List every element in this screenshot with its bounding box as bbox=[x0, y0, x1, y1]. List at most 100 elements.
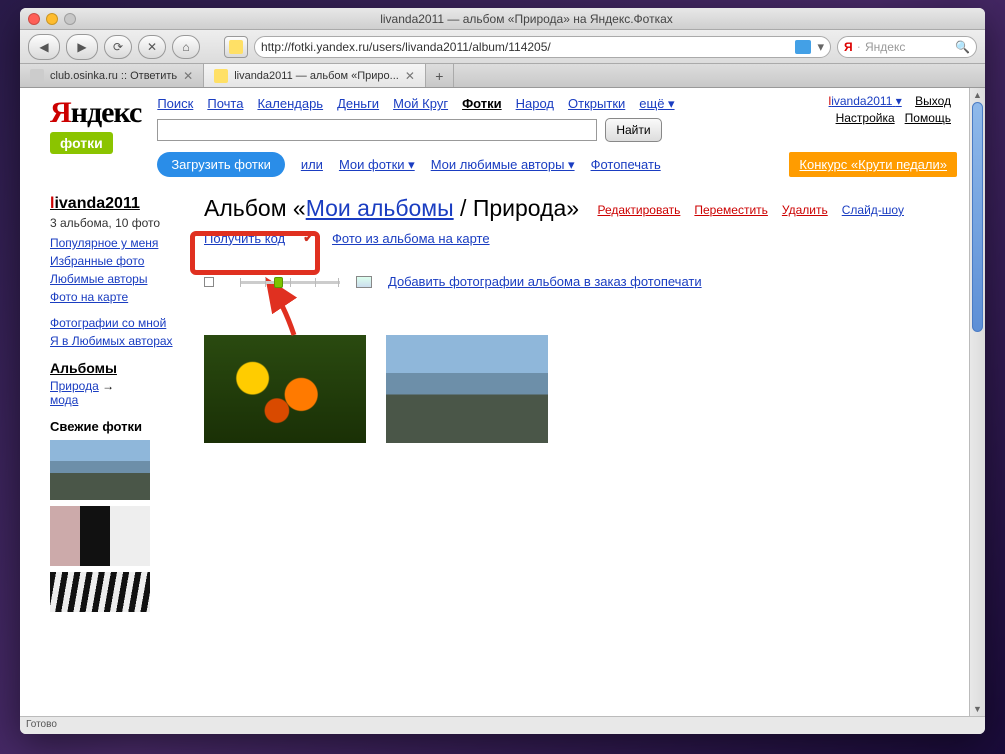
contest-button[interactable]: Конкурс «Крути педали» bbox=[789, 152, 957, 177]
tab-label: club.osinka.ru :: Ответить bbox=[50, 70, 177, 82]
tab-osinka[interactable]: club.osinka.ru :: Ответить ✕ bbox=[20, 64, 204, 87]
sidebar-favorites[interactable]: Избранные фото bbox=[50, 254, 180, 268]
search-separator: · bbox=[857, 39, 861, 54]
search-icon[interactable]: 🔍 bbox=[955, 40, 970, 54]
thumb-size-slider[interactable] bbox=[230, 276, 340, 288]
help-link[interactable]: Помощь bbox=[905, 111, 951, 125]
find-button[interactable]: Найти bbox=[605, 118, 661, 142]
slideshow-link[interactable]: Слайд-шоу bbox=[842, 203, 904, 217]
site-search-input[interactable] bbox=[157, 119, 597, 141]
settings-link[interactable]: Настройка bbox=[836, 111, 895, 125]
reload-button[interactable]: ⟳ bbox=[104, 35, 132, 59]
zoom-window-icon[interactable] bbox=[64, 13, 76, 25]
minimize-window-icon[interactable] bbox=[46, 13, 58, 25]
my-photos-link[interactable]: Мои фотки ▾ bbox=[339, 157, 415, 173]
upload-button[interactable]: Загрузить фотки bbox=[157, 152, 285, 177]
scroll-up-icon[interactable]: ▲ bbox=[970, 88, 985, 102]
size-slider-row: Добавить фотографии альбома в заказ фото… bbox=[204, 274, 957, 289]
window-title: livanda2011 — альбом «Природа» на Яндекс… bbox=[76, 12, 977, 26]
move-link[interactable]: Переместить bbox=[694, 203, 768, 217]
tab-strip: club.osinka.ru :: Ответить ✕ livanda2011… bbox=[20, 64, 985, 88]
or-link[interactable]: или bbox=[301, 157, 323, 172]
large-thumb-icon[interactable] bbox=[356, 276, 372, 288]
sidebar-stats: 3 альбома, 10 фото bbox=[50, 216, 180, 230]
tab-favicon-icon bbox=[30, 69, 44, 83]
forward-button[interactable]: ▶ bbox=[66, 34, 98, 60]
nav-my-circle[interactable]: Мой Круг bbox=[393, 96, 448, 112]
sidebar-on-map[interactable]: Фото на карте bbox=[50, 290, 180, 304]
browser-search-box[interactable]: Я · Яндекс 🔍 bbox=[837, 36, 977, 58]
breadcrumb-albums[interactable]: Мои альбомы bbox=[306, 195, 454, 221]
nav-mail[interactable]: Почта bbox=[207, 96, 243, 112]
checkmark-icon: ✔ bbox=[303, 230, 314, 246]
browser-toolbar: ◀ ▶ ⟳ ✕ ⌂ http://fotki.yandex.ru/users/l… bbox=[20, 30, 985, 64]
album-moda[interactable]: мода bbox=[50, 393, 180, 407]
yandex-favicon-icon bbox=[229, 40, 243, 54]
fresh-thumb-3[interactable] bbox=[50, 572, 150, 612]
sidebar-popular[interactable]: Популярное у меня bbox=[50, 236, 180, 250]
titlebar: livanda2011 — альбом «Природа» на Яндекс… bbox=[20, 8, 985, 30]
photoprint-link[interactable]: Фотопечать bbox=[591, 157, 661, 172]
sub-nav: Загрузить фотки или Мои фотки ▾ Мои люби… bbox=[157, 152, 957, 177]
tab-yandex-fotki[interactable]: livanda2011 — альбом «Приро... ✕ bbox=[204, 64, 426, 87]
sidebar-username[interactable]: livanda2011 bbox=[50, 195, 180, 213]
nav-cards[interactable]: Открытки bbox=[568, 96, 625, 112]
window-controls bbox=[28, 13, 76, 25]
sidebar: livanda2011 3 альбома, 10 фото Популярно… bbox=[50, 195, 180, 618]
yandex-logo[interactable]: Яндекс фотки bbox=[50, 96, 141, 154]
scroll-down-icon[interactable]: ▼ bbox=[970, 702, 985, 716]
get-code-link[interactable]: Получить код bbox=[204, 231, 285, 246]
search-placeholder: Яндекс bbox=[865, 40, 905, 54]
rss-icon[interactable] bbox=[795, 40, 811, 54]
sidebar-in-fav-authors[interactable]: Я в Любимых авторах bbox=[50, 334, 180, 348]
nav-calendar[interactable]: Календарь bbox=[257, 96, 323, 112]
tab-close-icon[interactable]: ✕ bbox=[183, 69, 193, 83]
url-text: http://fotki.yandex.ru/users/livanda2011… bbox=[261, 40, 789, 54]
new-tab-button[interactable]: + bbox=[426, 64, 454, 87]
fresh-thumb-1[interactable] bbox=[50, 440, 150, 500]
delete-link[interactable]: Удалить bbox=[782, 203, 828, 217]
albums-header[interactable]: Альбомы bbox=[50, 360, 180, 376]
logout-link[interactable]: Выход bbox=[915, 94, 951, 108]
photos-on-map-link[interactable]: Фото из альбома на карте bbox=[332, 231, 490, 246]
photo-thumb-flowers[interactable] bbox=[204, 335, 366, 443]
small-thumb-icon[interactable] bbox=[204, 277, 214, 287]
fresh-header: Свежие фотки bbox=[50, 419, 180, 434]
username-link[interactable]: livanda2011 ▾ bbox=[829, 94, 902, 108]
close-window-icon[interactable] bbox=[28, 13, 40, 25]
main-body: Альбом «Мои альбомы / Природа» Редактиро… bbox=[204, 195, 957, 618]
home-button[interactable]: ⌂ bbox=[172, 35, 200, 59]
nav-money[interactable]: Деньги bbox=[337, 96, 379, 112]
vertical-scrollbar[interactable]: ▲ ▼ bbox=[969, 88, 985, 716]
sidebar-photos-with-me[interactable]: Фотографии со мной bbox=[50, 316, 180, 330]
scrollbar-thumb[interactable] bbox=[972, 102, 983, 332]
fresh-thumb-2[interactable] bbox=[50, 506, 150, 566]
tab-close-icon[interactable]: ✕ bbox=[405, 69, 415, 83]
address-bar[interactable]: http://fotki.yandex.ru/users/livanda2011… bbox=[254, 36, 831, 58]
status-text: Готово bbox=[26, 719, 57, 730]
slider-knob[interactable] bbox=[274, 277, 283, 288]
stop-button[interactable]: ✕ bbox=[138, 35, 166, 59]
nav-fotki[interactable]: Фотки bbox=[462, 96, 502, 112]
dropdown-icon[interactable]: ▾ bbox=[817, 39, 824, 55]
album-priroda[interactable]: Природа bbox=[50, 379, 99, 393]
tab-label: livanda2011 — альбом «Приро... bbox=[234, 70, 399, 82]
page-body: livanda2011 ▾ Выход Настройка Помощь Янд… bbox=[20, 88, 969, 716]
edit-link[interactable]: Редактировать bbox=[597, 203, 680, 217]
user-block: livanda2011 ▾ Выход Настройка Помощь bbox=[829, 94, 951, 125]
fotki-logo: фотки bbox=[50, 132, 113, 154]
nav-narod[interactable]: Народ bbox=[516, 96, 554, 112]
album-actions: Редактировать Переместить Удалить Слайд-… bbox=[597, 203, 903, 217]
photo-grid bbox=[204, 335, 957, 443]
photo-thumb-sea[interactable] bbox=[386, 335, 548, 443]
nav-search[interactable]: Поиск bbox=[157, 96, 193, 112]
nav-more[interactable]: ещё ▾ bbox=[639, 96, 674, 112]
album-links-row: Получить код ✔ Фото из альбома на карте bbox=[204, 230, 957, 246]
browser-window: livanda2011 — альбом «Природа» на Яндекс… bbox=[20, 8, 985, 734]
page-viewport: livanda2011 ▾ Выход Настройка Помощь Янд… bbox=[20, 88, 985, 716]
back-button[interactable]: ◀ bbox=[28, 34, 60, 60]
sidebar-fav-authors[interactable]: Любимые авторы bbox=[50, 272, 180, 286]
site-identity-button[interactable] bbox=[224, 36, 248, 58]
fav-authors-link[interactable]: Мои любимые авторы ▾ bbox=[431, 157, 575, 173]
add-to-print-link[interactable]: Добавить фотографии альбома в заказ фото… bbox=[388, 274, 702, 289]
